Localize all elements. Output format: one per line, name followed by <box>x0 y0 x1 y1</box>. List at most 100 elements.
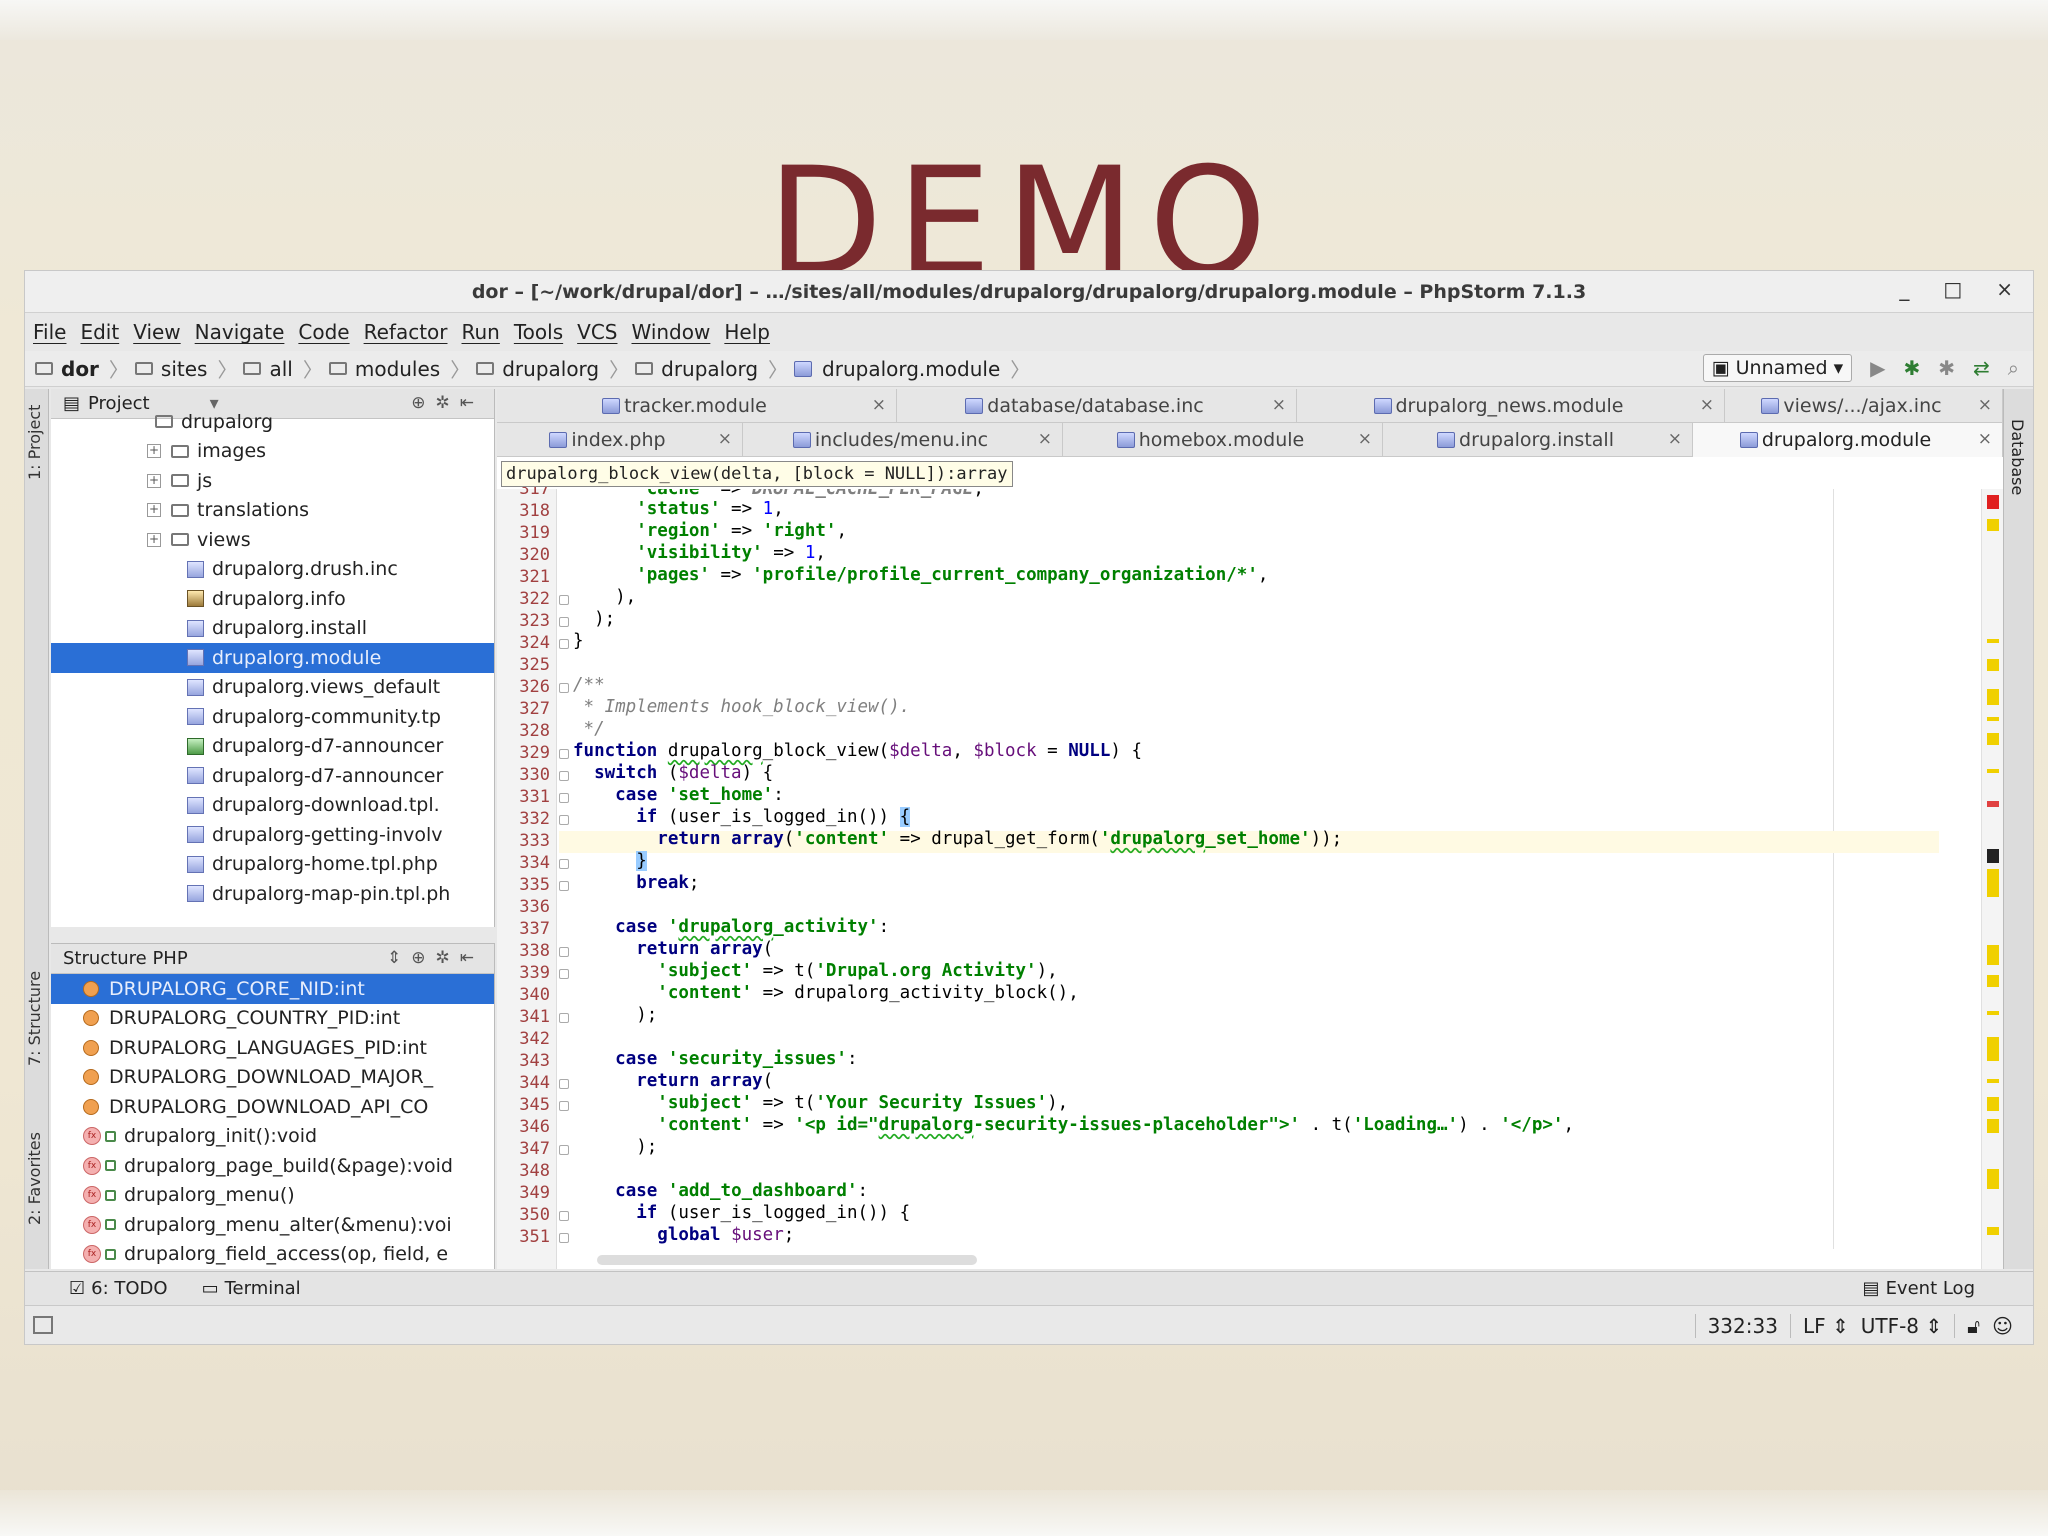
event-log-tool-tab[interactable]: Event Log <box>1886 1278 1975 1299</box>
tab-tracker-module[interactable]: tracker.module × <box>497 389 897 423</box>
fold-marker-icon[interactable] <box>559 1079 569 1089</box>
project-tree-item[interactable]: drupalorg.info <box>51 584 494 614</box>
structure-item[interactable]: DRUPALORG_DOWNLOAD_MAJOR_ <box>51 1063 494 1093</box>
fold-marker-icon[interactable] <box>559 617 569 627</box>
warning-marker[interactable] <box>1987 975 1999 987</box>
fold-marker-icon[interactable] <box>559 1101 569 1111</box>
project-tree-item[interactable]: drupalorg.views_default <box>51 673 494 703</box>
fold-marker-icon[interactable] <box>559 1145 569 1155</box>
warning-marker[interactable] <box>1987 1119 1999 1133</box>
structure-item[interactable]: fx drupalorg_field_access(op, field, e <box>51 1240 494 1270</box>
breadcrumb-all[interactable]: all 〉 <box>243 354 323 383</box>
warning-marker[interactable] <box>1987 869 1999 897</box>
panel-controls[interactable]: ⇕⊕✲⇤ <box>387 948 484 968</box>
todo-tool-tab[interactable]: 6: TODO <box>91 1278 167 1299</box>
breadcrumb-modules[interactable]: modules 〉 <box>328 354 470 383</box>
horizontal-scrollbar[interactable] <box>597 1255 977 1265</box>
tool-window-toggle-icon[interactable] <box>33 1316 53 1334</box>
profile-icon[interactable]: ✱ <box>1938 356 1955 380</box>
warning-marker[interactable] <box>1987 1011 1999 1015</box>
menu-view[interactable]: View <box>131 320 190 344</box>
fold-marker-icon[interactable] <box>559 1013 569 1023</box>
tab-drupalorg-module[interactable]: drupalorg.module × <box>1693 423 2003 457</box>
project-tree-item[interactable]: + images <box>51 437 494 467</box>
terminal-tool-tab[interactable]: Terminal <box>225 1278 301 1299</box>
close-button[interactable]: × <box>1996 277 2013 301</box>
breadcrumb-sites[interactable]: sites 〉 <box>134 354 237 383</box>
project-tree-item[interactable]: drupalorg.drush.inc <box>51 555 494 585</box>
warning-marker[interactable] <box>1987 945 1999 965</box>
fold-marker-icon[interactable] <box>559 683 569 693</box>
structure-item[interactable]: fx drupalorg_menu_alter(&menu):voi <box>51 1210 494 1240</box>
inspector-icon[interactable]: ☺︎ <box>1992 1314 2013 1338</box>
warning-marker[interactable] <box>1987 639 1999 643</box>
fold-marker-icon[interactable] <box>559 771 569 781</box>
structure-item[interactable]: fx drupalorg_menu() <box>51 1181 494 1211</box>
error-marker[interactable] <box>1987 801 1999 807</box>
breadcrumb-file[interactable]: drupalorg.module 〉 <box>794 354 1030 383</box>
warning-marker[interactable] <box>1987 1169 1999 1189</box>
project-tool-tab[interactable]: 1: Project <box>25 399 49 485</box>
database-tool-tab[interactable]: Database <box>2008 419 2027 495</box>
fold-marker-icon[interactable] <box>559 595 569 605</box>
expand-icon[interactable]: + <box>147 503 161 518</box>
menu-navigate[interactable]: Navigate <box>193 320 295 344</box>
fold-marker-icon[interactable] <box>559 749 569 759</box>
line-separator[interactable]: LF ⇕ <box>1803 1314 1849 1338</box>
fold-marker-icon[interactable] <box>559 1211 569 1221</box>
fold-marker-icon[interactable] <box>559 1233 569 1243</box>
tab-menu-inc[interactable]: includes/menu.inc × <box>743 423 1063 457</box>
warning-marker[interactable] <box>1987 659 1999 671</box>
menu-refactor[interactable]: Refactor <box>362 320 458 344</box>
close-tab-icon[interactable]: × <box>1978 429 1992 449</box>
menu-vcs[interactable]: VCS <box>575 320 627 344</box>
project-tree-item[interactable]: drupalorg-map-pin.tpl.ph <box>51 879 494 909</box>
caret-position[interactable]: 332:33 <box>1708 1314 1778 1338</box>
project-tree-item[interactable]: drupalorg-d7-announcer <box>51 761 494 791</box>
warning-marker[interactable] <box>1987 769 1999 773</box>
menu-tools[interactable]: Tools <box>512 320 573 344</box>
project-tree-item[interactable]: + views <box>51 525 494 555</box>
menu-edit[interactable]: Edit <box>78 320 129 344</box>
breadcrumb-drupalorg-sub[interactable]: drupalorg 〉 <box>635 354 788 383</box>
warning-marker[interactable] <box>1987 689 1999 705</box>
warning-marker[interactable] <box>1987 1037 1999 1061</box>
project-tree-item[interactable]: drupalorg-d7-announcer <box>51 732 494 762</box>
fold-marker-icon[interactable] <box>559 815 569 825</box>
expand-icon[interactable]: + <box>147 473 161 488</box>
debug-icon[interactable]: ✱ <box>1904 356 1921 380</box>
warning-marker[interactable] <box>1987 717 1999 721</box>
project-tree-item[interactable]: drupalorg-getting-involv <box>51 820 494 850</box>
run-icon[interactable]: ▶ <box>1870 356 1885 380</box>
tab-database-inc[interactable]: database/database.inc × <box>897 389 1297 423</box>
php-listen-icon[interactable]: ⇄ <box>1973 356 1990 380</box>
error-stripe[interactable] <box>1981 489 2003 1269</box>
structure-tool-tab[interactable]: 7: Structure <box>25 959 49 1077</box>
fold-marker-icon[interactable] <box>559 947 569 957</box>
fold-marker-icon[interactable] <box>559 969 569 979</box>
structure-item[interactable]: fx drupalorg_page_build(&page):void <box>51 1151 494 1181</box>
close-tab-icon[interactable]: × <box>1700 395 1714 415</box>
project-tree-item[interactable]: + translations <box>51 496 494 526</box>
favorites-tool-tab[interactable]: 2: Favorites <box>25 1119 49 1239</box>
fold-marker-icon[interactable] <box>559 793 569 803</box>
error-marker[interactable] <box>1987 495 1999 509</box>
maximize-button[interactable]: □ <box>1943 277 1962 301</box>
minimize-button[interactable]: _ <box>1899 277 1909 301</box>
structure-item[interactable]: DRUPALORG_LANGUAGES_PID:int <box>51 1033 494 1063</box>
close-tab-icon[interactable]: × <box>1358 429 1372 449</box>
tab-index-php[interactable]: index.php × <box>497 423 743 457</box>
fold-marker-icon[interactable] <box>559 859 569 869</box>
read-only-lock-icon[interactable]: 🔓︎ <box>1967 1314 1980 1338</box>
search-icon[interactable]: ⌕ <box>2008 356 2019 380</box>
warning-marker[interactable] <box>1987 1079 1999 1083</box>
tab-homebox-module[interactable]: homebox.module × <box>1063 423 1383 457</box>
tab-news-module[interactable]: drupalorg_news.module × <box>1297 389 1725 423</box>
project-tree-item[interactable]: drupalorg.module <box>51 643 494 673</box>
breadcrumb-dor[interactable]: dor 〉 <box>35 354 129 383</box>
project-tree-item[interactable]: drupalorg <box>51 407 494 437</box>
close-tab-icon[interactable]: × <box>1668 429 1682 449</box>
menu-window[interactable]: Window <box>629 320 720 344</box>
menu-file[interactable]: File <box>31 320 76 344</box>
expand-icon[interactable]: + <box>147 444 161 459</box>
